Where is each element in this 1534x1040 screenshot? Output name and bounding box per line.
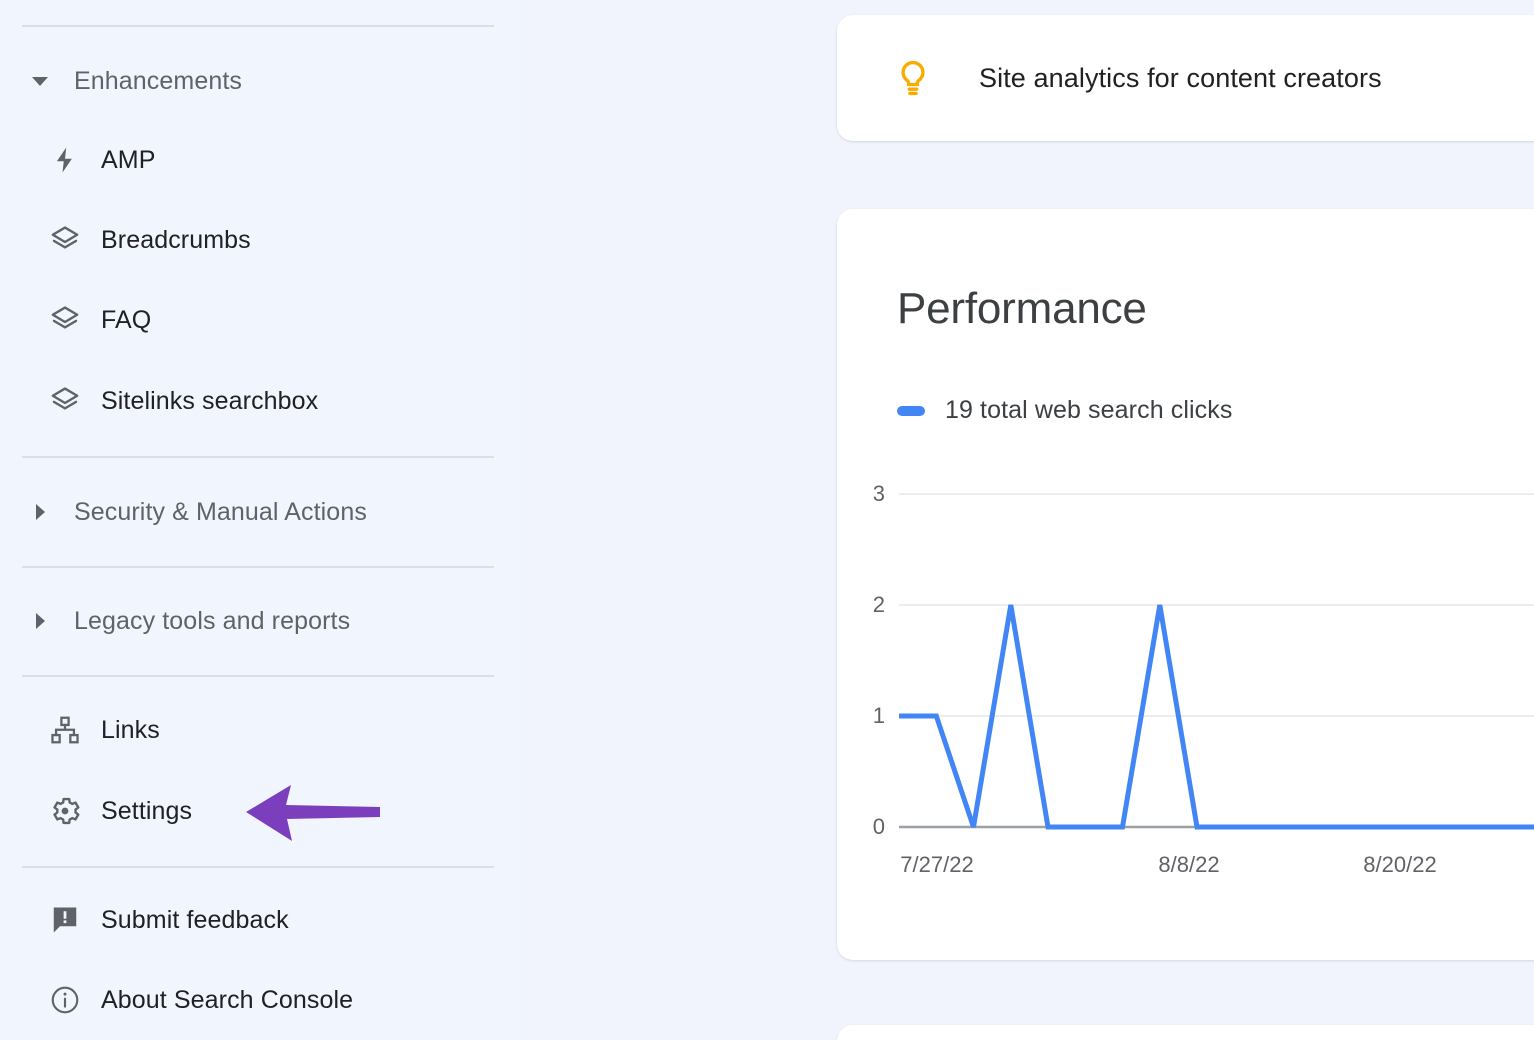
sidebar-item-breadcrumbs[interactable]: Breadcrumbs bbox=[0, 212, 500, 268]
sidebar-group-label: Enhancements bbox=[74, 66, 242, 95]
sidebar-item-label: Links bbox=[101, 715, 160, 744]
chevron-right-icon bbox=[36, 504, 45, 520]
layers-icon bbox=[47, 383, 83, 419]
sidebar-divider-legacy bbox=[22, 566, 494, 568]
tip-card-text: Site analytics for content creators bbox=[979, 62, 1382, 93]
x-axis-tick-2: 8/20/22 bbox=[1363, 852, 1437, 877]
sidebar-item-label: Settings bbox=[101, 796, 193, 825]
x-axis-tick-0: 7/27/22 bbox=[900, 852, 974, 877]
sidebar-item-label: Sitelinks searchbox bbox=[101, 386, 319, 415]
performance-chart[interactable]: 3 2 1 0 7/27/22 8/8/22 8/20/22 bbox=[837, 467, 1534, 887]
sidebar-group-enhancements[interactable]: Enhancements bbox=[0, 53, 500, 109]
legend-label-clicks: 19 total web search clicks bbox=[945, 396, 1233, 424]
sidebar-divider-links bbox=[22, 675, 494, 677]
lightbulb-icon bbox=[891, 56, 935, 100]
sidebar-item-links[interactable]: Links bbox=[0, 702, 500, 758]
chevron-right-icon bbox=[36, 613, 45, 629]
sidebar-item-label: FAQ bbox=[101, 305, 152, 334]
info-icon bbox=[47, 982, 83, 1018]
feedback-icon bbox=[47, 902, 83, 938]
sidebar-item-faq[interactable]: FAQ bbox=[0, 292, 500, 348]
sidebar-divider-footer bbox=[22, 866, 494, 868]
gear-icon bbox=[47, 793, 83, 829]
layers-icon bbox=[47, 302, 83, 338]
sidebar-item-sitelinks-searchbox[interactable]: Sitelinks searchbox bbox=[0, 373, 500, 429]
chart-legend[interactable]: 19 total web search clicks bbox=[897, 396, 1232, 425]
sidebar-group-legacy-tools[interactable]: Legacy tools and reports bbox=[0, 593, 500, 649]
x-axis-tick-1: 8/8/22 bbox=[1158, 852, 1220, 877]
sitemap-icon bbox=[47, 712, 83, 748]
tip-card[interactable]: Site analytics for content creators bbox=[837, 15, 1534, 141]
sidebar-item-label: AMP bbox=[101, 145, 156, 174]
page-title: Performance bbox=[897, 284, 1147, 333]
next-card-peek[interactable] bbox=[837, 1025, 1534, 1040]
search-console-screen: Enhancements AMP Breadcrumbs FAQ Sitelin… bbox=[0, 0, 1534, 1040]
layers-icon bbox=[47, 222, 83, 258]
sidebar-item-label: About Search Console bbox=[101, 985, 354, 1014]
chevron-down-icon bbox=[32, 76, 48, 86]
sidebar-item-about-search-console[interactable]: About Search Console bbox=[0, 972, 500, 1028]
performance-card: Performance 19 total web search clicks 3… bbox=[837, 209, 1534, 960]
sidebar-group-label: Security & Manual Actions bbox=[74, 497, 367, 526]
sidebar-navigation: Enhancements AMP Breadcrumbs FAQ Sitelin… bbox=[0, 0, 520, 1040]
sidebar-item-settings[interactable]: Settings bbox=[0, 783, 500, 839]
sidebar-item-submit-feedback[interactable]: Submit feedback bbox=[0, 892, 500, 948]
sidebar-group-security-manual-actions[interactable]: Security & Manual Actions bbox=[0, 484, 500, 540]
bolt-icon bbox=[47, 142, 83, 178]
chart-plot-area bbox=[899, 493, 1534, 830]
sidebar-item-label: Breadcrumbs bbox=[101, 225, 251, 254]
main-content: Site analytics for content creators Perf… bbox=[520, 0, 1534, 1040]
sidebar-item-label: Submit feedback bbox=[101, 905, 289, 934]
sidebar-divider-security bbox=[22, 456, 494, 458]
sidebar-divider-top bbox=[22, 25, 494, 27]
legend-swatch-clicks bbox=[897, 405, 925, 416]
sidebar-item-amp[interactable]: AMP bbox=[0, 132, 500, 188]
sidebar-group-label: Legacy tools and reports bbox=[74, 606, 351, 635]
